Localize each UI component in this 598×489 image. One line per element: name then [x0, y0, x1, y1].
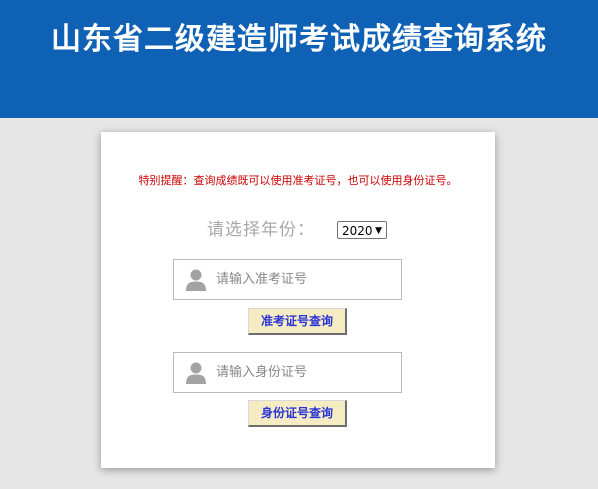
id-number-input[interactable]: 请输入身份证号: [173, 352, 402, 393]
year-label: 请选择年份：: [207, 220, 315, 240]
chevron-down-icon: ▼: [375, 226, 382, 236]
user-icon: [186, 269, 206, 291]
header-banner: 山东省二级建造师考试成绩查询系统: [0, 0, 598, 118]
user-icon: [186, 362, 206, 384]
admission-number-input[interactable]: 请输入准考证号: [173, 259, 402, 300]
admission-number-placeholder: 请输入准考证号: [216, 272, 308, 287]
id-number-placeholder: 请输入身份证号: [216, 365, 308, 380]
query-card: 特别提醒：查询成绩既可以使用准考证号，也可以使用身份证号。 请选择年份： 202…: [101, 132, 495, 468]
admission-query-button[interactable]: 准考证号查询: [248, 308, 347, 335]
year-select-value: 2020: [342, 224, 373, 238]
year-row: 请选择年份： 2020 ▼: [101, 218, 495, 244]
id-query-button[interactable]: 身份证号查询: [248, 400, 347, 427]
year-select[interactable]: 2020 ▼: [337, 221, 387, 239]
page-title: 山东省二级建造师考试成绩查询系统: [51, 22, 547, 57]
notice-text: 特别提醒：查询成绩既可以使用准考证号，也可以使用身份证号。: [138, 174, 458, 187]
